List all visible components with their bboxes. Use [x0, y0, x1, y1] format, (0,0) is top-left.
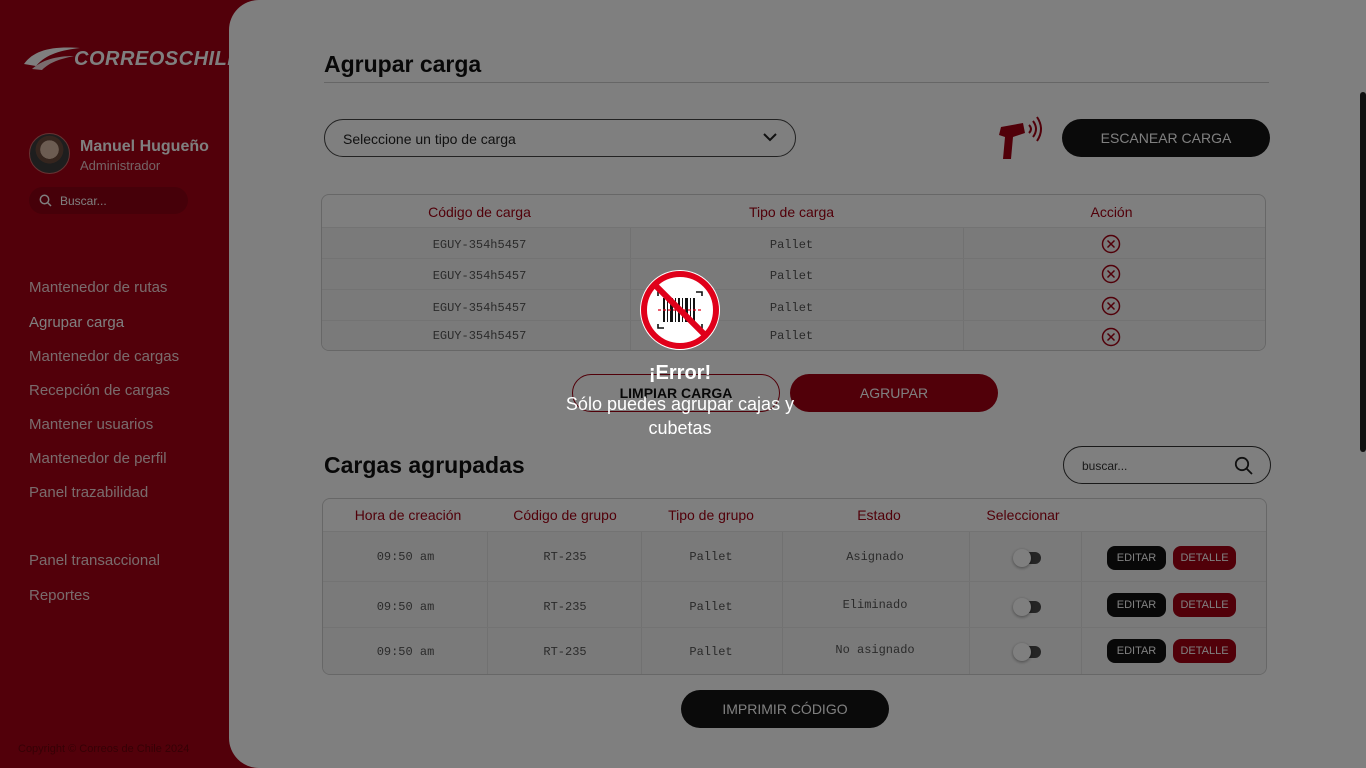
- barcode-prohibited-icon: [641, 271, 719, 349]
- error-message: Sólo puedes agrupar cajas y cubetas: [565, 394, 795, 438]
- error-title: ¡Error!: [648, 362, 712, 384]
- error-dialog: ¡Error! Sólo puedes agrupar cajas y cube…: [560, 270, 800, 450]
- scrollbar[interactable]: [1360, 92, 1366, 452]
- no-barcode-icon: [640, 270, 720, 350]
